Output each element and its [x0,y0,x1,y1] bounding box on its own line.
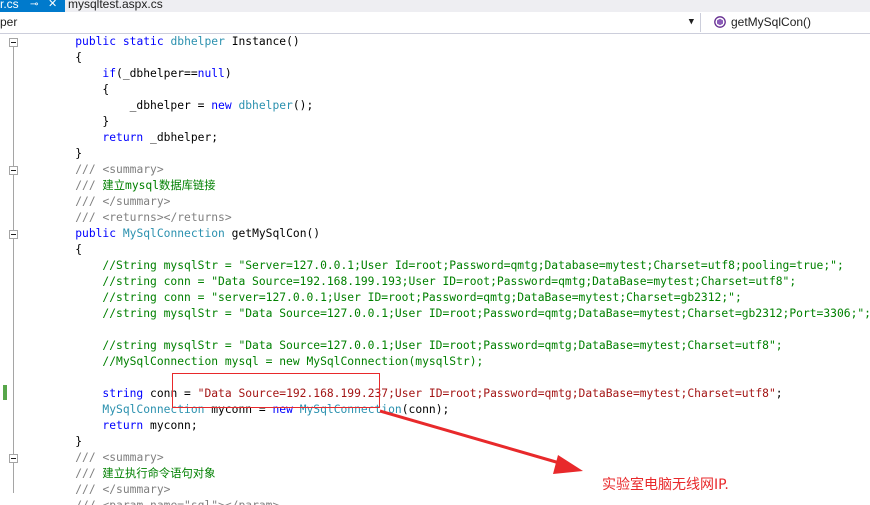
annotation-label: 实验室电脑无线网IP. [602,477,729,493]
annotation-arrow-icon [379,409,583,474]
